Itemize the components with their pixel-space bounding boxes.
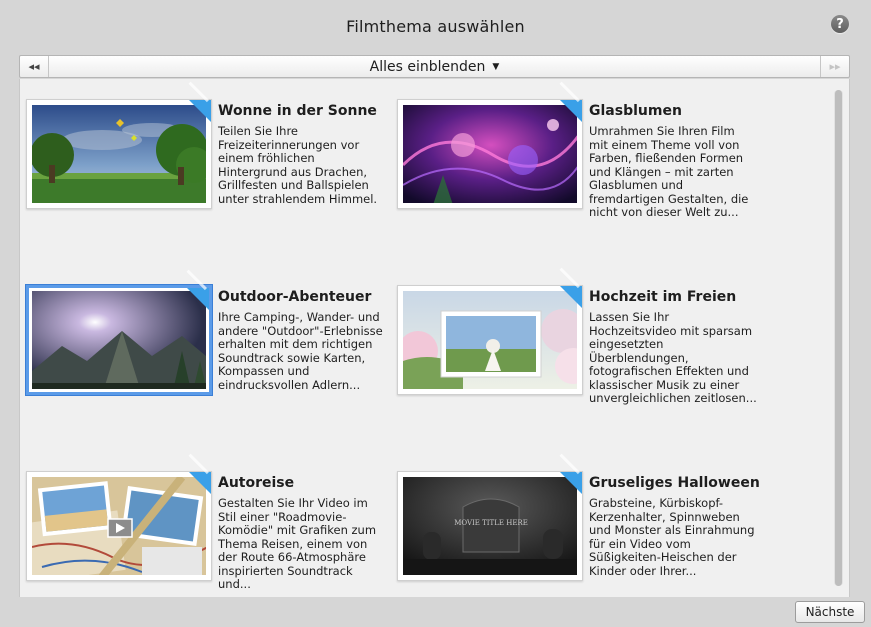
theme-title: Wonne in der Sonne — [218, 103, 377, 119]
rewind-icon: ◂◂ — [28, 60, 40, 73]
vertical-scrollbar[interactable] — [834, 90, 843, 586]
theme-title: Gruseliges Halloween — [589, 475, 760, 491]
new-badge-icon — [189, 472, 211, 494]
theme-thumbnail[interactable] — [397, 285, 583, 395]
theme-thumbnail[interactable]: MOVIE TITLE HERE — [397, 471, 583, 581]
theme-title: Autoreise — [218, 475, 295, 491]
theme-description: Ihre Camping-, Wander- und andere "Outdo… — [218, 310, 383, 392]
help-icon: ? — [836, 16, 844, 32]
theme-thumbnail[interactable] — [26, 285, 212, 395]
theme-item[interactable]: MOVIE TITLE HERE Gruseliges Halloween Gr… — [397, 471, 760, 597]
previous-page-button[interactable]: ◂◂ — [20, 56, 49, 77]
new-badge-icon — [560, 100, 582, 122]
fast-forward-icon: ▸▸ — [829, 60, 841, 73]
filter-label[interactable]: Alles einblenden — [370, 59, 486, 75]
theme-thumbnail[interactable] — [26, 99, 212, 209]
road-trip-image — [32, 477, 206, 575]
spooky-halloween-image: MOVIE TITLE HERE — [403, 477, 577, 575]
window-title: Filmthema auswählen — [346, 16, 525, 36]
theme-item[interactable]: Wonne in der Sonne Teilen Sie Ihre Freiz… — [26, 99, 386, 269]
theme-description: Grabsteine, Kürbiskopf-Kerzenhalter, Spi… — [589, 496, 755, 578]
theme-title: Outdoor-Abenteuer — [218, 289, 372, 305]
theme-title: Glasblumen — [589, 103, 682, 119]
glass-flowers-image — [403, 105, 577, 203]
outdoor-wedding-image — [403, 291, 577, 389]
theme-thumbnail[interactable] — [397, 99, 583, 209]
new-badge-icon — [187, 288, 209, 310]
new-badge-icon — [560, 472, 582, 494]
help-button[interactable]: ? — [831, 15, 849, 33]
new-badge-icon — [560, 286, 582, 308]
chevron-down-icon[interactable]: ▼ — [492, 62, 499, 72]
navigation-bar: ◂◂ Alles einblenden ▼ ▸▸ — [19, 55, 850, 78]
bottom-bar: Nächste — [0, 598, 871, 627]
theme-item-selected[interactable]: Outdoor-Abenteuer Ihre Camping-, Wander-… — [26, 285, 386, 455]
theme-item[interactable]: Glasblumen Umrahmen Sie Ihren Film mit e… — [397, 99, 757, 269]
theme-description: Teilen Sie Ihre Freizeiterinnerungen vor… — [218, 124, 378, 206]
next-page-button[interactable]: ▸▸ — [820, 56, 849, 77]
theme-description: Umrahmen Sie Ihren Film mit einem Theme … — [589, 124, 749, 219]
theme-description: Lassen Sie Ihr Hochzeitsvideo mit sparsa… — [589, 310, 757, 405]
theme-item[interactable]: Hochzeit im Freien Lassen Sie Ihr Hochze… — [397, 285, 757, 455]
new-badge-icon — [189, 100, 211, 122]
sunny-meadow-image — [32, 105, 206, 203]
movie-title-placeholder: MOVIE TITLE HERE — [454, 519, 528, 527]
theme-grid: Wonne in der Sonne Teilen Sie Ihre Freiz… — [19, 79, 850, 597]
title-bar: Filmthema auswählen ? — [0, 0, 871, 52]
theme-description: Gestalten Sie Ihr Video im Stil einer "R… — [218, 496, 377, 591]
next-button[interactable]: Nächste — [795, 601, 865, 623]
filter-dropdown[interactable]: Alles einblenden ▼ — [20, 56, 849, 77]
mountain-outdoor-image — [32, 291, 206, 389]
theme-item[interactable]: Autoreise Gestalten Sie Ihr Video im Sti… — [26, 471, 386, 597]
theme-thumbnail[interactable] — [26, 471, 212, 581]
theme-title: Hochzeit im Freien — [589, 289, 737, 305]
scrollbar-thumb[interactable] — [835, 90, 842, 586]
